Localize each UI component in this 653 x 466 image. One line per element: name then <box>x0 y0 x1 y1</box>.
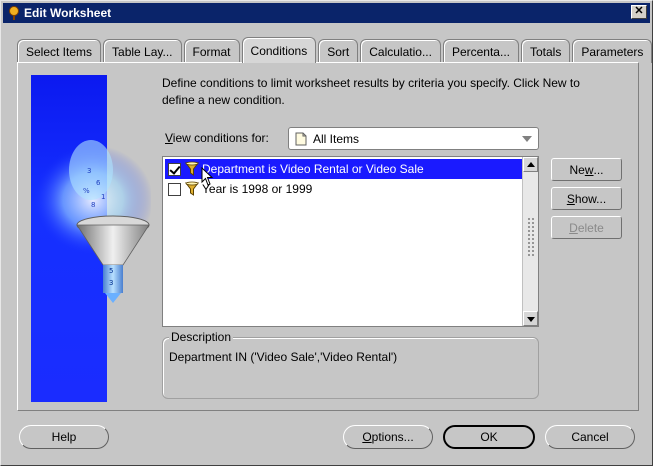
svg-text:3: 3 <box>87 167 91 175</box>
help-button[interactable]: Help <box>19 425 109 449</box>
tab-sort[interactable]: Sort <box>318 39 359 63</box>
arrow-down-icon <box>527 317 535 322</box>
funnel-icon <box>185 161 199 176</box>
list-scrollbar[interactable] <box>522 157 538 326</box>
options-button[interactable]: Options... <box>343 425 433 449</box>
close-button[interactable]: ✕ <box>631 5 647 19</box>
view-conditions-select[interactable]: All Items <box>288 127 539 150</box>
tab-percentages[interactable]: Percenta... <box>442 39 519 63</box>
condition-checkbox[interactable] <box>168 162 181 176</box>
description-group: Description Department IN ('Video Sale',… <box>162 330 539 399</box>
document-icon <box>295 132 307 145</box>
arrow-up-icon <box>527 162 535 167</box>
condition-label: Department is Video Rental or Video Sale <box>202 162 424 176</box>
edit-worksheet-dialog: Edit Worksheet ✕ Select Items Table Lay.… <box>0 0 653 466</box>
svg-text:8: 8 <box>91 201 95 209</box>
show-condition-button[interactable]: Show... <box>551 187 622 210</box>
conditions-list[interactable]: Department is Video Rental or Video Sale… <box>162 156 539 327</box>
svg-text:3: 3 <box>109 279 113 287</box>
tab-format[interactable]: Format <box>183 39 240 63</box>
condition-row[interactable]: Department is Video Rental or Video Sale <box>165 159 523 179</box>
delete-condition-button: Delete <box>551 216 622 239</box>
tab-select-items[interactable]: Select Items <box>17 39 102 63</box>
svg-text:5: 5 <box>109 267 113 275</box>
scroll-down-button[interactable] <box>523 311 538 326</box>
funnel-illustration: 3 6 % 1 8 5 3 <box>31 75 151 402</box>
ok-button[interactable]: OK <box>443 425 535 449</box>
tab-conditions[interactable]: Conditions <box>241 37 317 63</box>
svg-text:6: 6 <box>96 179 101 187</box>
tab-totals[interactable]: Totals <box>520 39 571 63</box>
scrollbar-grip[interactable] <box>527 217 535 257</box>
scroll-up-button[interactable] <box>523 157 538 172</box>
condition-checkbox[interactable] <box>168 182 181 196</box>
window-title: Edit Worksheet <box>24 6 112 20</box>
mouse-cursor-icon <box>201 167 214 186</box>
svg-text:1: 1 <box>101 193 105 201</box>
condition-label: Year is 1998 or 1999 <box>202 182 313 196</box>
view-conditions-value: All Items <box>313 131 360 146</box>
intro-text: Define conditions to limit worksheet res… <box>162 76 580 107</box>
app-icon <box>9 6 19 20</box>
description-legend: Description <box>169 330 234 344</box>
condition-row[interactable]: Year is 1998 or 1999 <box>165 179 523 199</box>
funnel-art-icon: 3 6 % 1 8 5 3 <box>33 140 151 303</box>
tab-parameters[interactable]: Parameters <box>572 39 653 63</box>
new-condition-button[interactable]: Ne w... <box>551 158 622 181</box>
tab-table-layout[interactable]: Table Lay... <box>103 39 182 63</box>
title-bar: Edit Worksheet ✕ <box>3 3 650 23</box>
svg-text:%: % <box>83 187 90 195</box>
tab-calculations[interactable]: Calculatio... <box>360 39 441 63</box>
tab-strip: Select Items Table Lay... Format Conditi… <box>17 37 653 63</box>
cancel-button[interactable]: Cancel <box>545 425 635 449</box>
description-text: Department IN ('Video Sale','Video Renta… <box>169 350 398 364</box>
view-conditions-label: View conditions for: <box>165 131 269 145</box>
chevron-down-icon <box>522 136 532 142</box>
close-icon: ✕ <box>634 5 644 17</box>
funnel-icon <box>185 181 199 196</box>
